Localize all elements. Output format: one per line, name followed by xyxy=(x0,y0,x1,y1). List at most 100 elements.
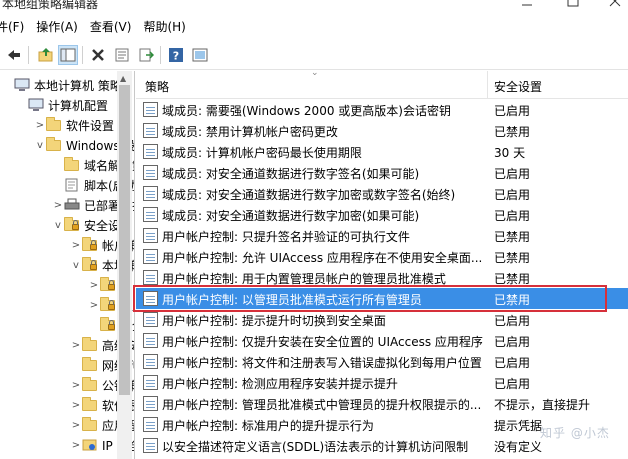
policy-name: 域成员: 禁用计算机帐户密码更改 xyxy=(162,125,338,139)
policy-row[interactable]: 域成员: 需要强(Windows 2000 或更高版本)会话密钥 已启用 xyxy=(136,99,628,120)
menu-bar: 件(F) 操作(A) 查看(V) 帮助(H) xyxy=(0,16,628,38)
policy-icon xyxy=(143,333,158,348)
policy-row[interactable]: 用户帐户控制: 只提升签名并验证的可执行文件 已禁用 xyxy=(136,225,628,246)
tree-item[interactable]: 本地计算机 策略 xyxy=(2,75,122,95)
policy-setting-value: 已启用 xyxy=(494,377,531,391)
policy-icon xyxy=(143,102,158,117)
watermark: 知乎 @小杰 xyxy=(540,426,610,440)
toolbar: ? xyxy=(0,40,628,70)
policy-name: 域成员: 对安全通道数据进行数字加密或数字签名(始终) xyxy=(162,188,456,202)
tree-item-label: 计算机配置 xyxy=(48,98,109,113)
policy-row[interactable]: 用户帐户控制: 允许 UIAccess 应用程序在不使用安全桌面... 已禁用 xyxy=(136,246,628,267)
script-icon xyxy=(64,178,80,192)
policy-setting-value: 已禁用 xyxy=(494,230,531,244)
delete-icon[interactable] xyxy=(88,45,108,65)
show-tree-icon[interactable] xyxy=(58,45,78,65)
folder-icon xyxy=(46,137,62,152)
security-folder-icon xyxy=(100,297,116,312)
expand-icon[interactable]: > xyxy=(70,340,82,351)
back-icon[interactable] xyxy=(4,45,24,65)
policy-icon xyxy=(143,186,158,201)
policy-row[interactable]: 域成员: 对安全通道数据进行数字加密(如果可能) 已启用 xyxy=(136,204,628,225)
menu-file[interactable]: 件(F) xyxy=(0,16,30,38)
menu-action[interactable]: 操作(A) xyxy=(30,16,84,38)
collapse-icon[interactable]: v xyxy=(52,220,64,231)
sort-arrow-icon: ⌄ xyxy=(311,71,319,78)
printer-icon xyxy=(64,198,80,212)
help-icon[interactable]: ? xyxy=(166,45,186,65)
minimize-icon[interactable] xyxy=(520,0,534,10)
policy-icon xyxy=(143,228,158,243)
expand-icon[interactable]: > xyxy=(88,300,100,311)
column-header-setting[interactable]: 安全设置 xyxy=(494,78,542,95)
annotation-highlight-box xyxy=(133,285,607,312)
security-folder-icon xyxy=(100,317,116,332)
folder-icon xyxy=(82,337,98,352)
maximize-icon[interactable] xyxy=(566,0,580,10)
expand-icon[interactable]: > xyxy=(70,380,82,391)
policy-row[interactable]: 用户帐户控制: 检测应用程序安装并提示提升 已启用 xyxy=(136,372,628,393)
policy-row[interactable]: 用户帐户控制: 提示提升时切换到安全桌面 已启用 xyxy=(136,309,628,330)
up-folder-icon[interactable] xyxy=(36,45,56,65)
folder-icon xyxy=(64,157,80,172)
folder-icon xyxy=(82,377,98,392)
policy-icon xyxy=(143,144,158,159)
policy-name: 用户帐户控制: 检测应用程序安装并提示提升 xyxy=(162,377,398,391)
expand-icon[interactable]: > xyxy=(70,440,82,451)
policy-icon xyxy=(143,123,158,138)
policy-setting-value: 提示凭据 xyxy=(494,419,543,433)
tree-scrollbar[interactable]: ▲ xyxy=(117,71,132,459)
policy-row[interactable]: 域成员: 计算机帐户密码最长使用期限 30 天 xyxy=(136,141,628,162)
security-folder-icon xyxy=(82,237,98,252)
policy-row[interactable]: 用户帐户控制: 仅提升安装在安全位置的 UIAccess 应用程序 已启用 xyxy=(136,330,628,351)
policy-icon xyxy=(143,354,158,369)
expand-icon[interactable]: > xyxy=(70,420,82,431)
menu-view[interactable]: 查看(V) xyxy=(84,16,138,38)
export-icon[interactable] xyxy=(136,45,156,65)
column-header-policy[interactable]: 策略 xyxy=(145,78,169,95)
policy-row[interactable]: 域成员: 对安全通道数据进行数字签名(如果可能) 已启用 xyxy=(136,162,628,183)
collapse-icon[interactable]: v xyxy=(34,140,46,151)
properties-icon[interactable] xyxy=(112,45,132,65)
expand-icon[interactable]: > xyxy=(52,200,64,211)
policy-row[interactable]: 域成员: 禁用计算机帐户密码更改 已禁用 xyxy=(136,120,628,141)
policy-setting-value: 没有定义 xyxy=(494,440,543,454)
security-folder-icon xyxy=(64,217,80,232)
policy-icon xyxy=(143,375,158,390)
policy-row[interactable]: 用户帐户控制: 管理员批准模式中管理员的提升权限提示的... 不提示，直接提升 xyxy=(136,393,628,414)
policy-name: 以安全描述符定义语言(SDDL)语法表示的计算机访问限制 xyxy=(162,440,469,454)
folder-icon xyxy=(82,357,98,372)
policy-setting-value: 已禁用 xyxy=(494,251,531,265)
tree-item-label: 软件设置 xyxy=(66,118,115,133)
policy-setting-value: 30 天 xyxy=(494,146,526,160)
view-icon[interactable] xyxy=(190,45,210,65)
policy-list-pane: ⌄ 策略 安全设置 域成员: 需要强(Windows 2000 或更高版本)会话… xyxy=(136,71,628,459)
policy-name: 域成员: 对安全通道数据进行数字加密(如果可能) xyxy=(162,209,420,223)
policy-name: 用户帐户控制: 仅提升安装在安全位置的 UIAccess 应用程序 xyxy=(162,335,483,349)
tree-item-label: 本地计算机 策略 xyxy=(34,78,122,93)
policy-icon xyxy=(143,249,158,264)
policy-icon xyxy=(143,165,158,180)
policy-row[interactable]: 用户帐户控制: 将文件和注册表写入错误虚拟化到每用户位置 已启用 xyxy=(136,351,628,372)
folder-icon xyxy=(46,117,62,132)
window-title: 本地组策略编辑器 xyxy=(2,0,99,11)
expand-icon[interactable]: > xyxy=(88,280,100,291)
policy-icon xyxy=(143,207,158,222)
policy-icon xyxy=(143,270,158,285)
expand-icon[interactable]: > xyxy=(34,120,46,131)
expand-icon[interactable]: > xyxy=(70,400,82,411)
policy-row[interactable]: 域成员: 对安全通道数据进行数字加密或数字签名(始终) 已启用 xyxy=(136,183,628,204)
collapse-icon[interactable]: v xyxy=(70,260,82,271)
policy-setting-value: 已启用 xyxy=(494,104,531,118)
security-folder-icon xyxy=(100,277,116,292)
tree-scroll-thumb[interactable] xyxy=(119,85,130,395)
policy-icon xyxy=(143,438,158,453)
scroll-up-icon[interactable]: ▲ xyxy=(120,74,126,83)
close-icon[interactable] xyxy=(608,0,622,10)
expand-icon[interactable]: > xyxy=(70,240,82,251)
policy-setting-value: 已启用 xyxy=(494,314,531,328)
policy-setting-value: 已启用 xyxy=(494,167,531,181)
policy-setting-value: 不提示，直接提升 xyxy=(494,398,591,412)
svg-text:?: ? xyxy=(173,50,179,63)
menu-help[interactable]: 帮助(H) xyxy=(137,16,191,38)
